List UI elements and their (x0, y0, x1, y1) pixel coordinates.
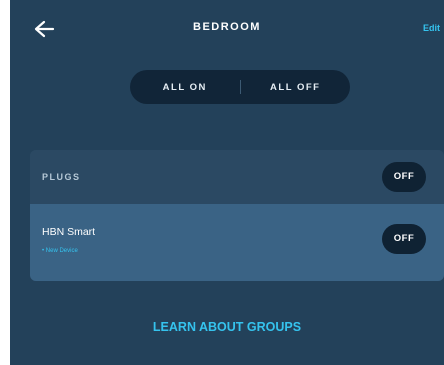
device-name: HBN Smart (42, 226, 96, 238)
learn-about-groups-link[interactable]: LEARN ABOUT GROUPS (10, 320, 444, 334)
group-header: PLUGS OFF (30, 150, 444, 204)
group-off-button[interactable]: OFF (382, 162, 426, 192)
all-on-button[interactable]: ALL ON (130, 82, 240, 93)
device-row[interactable]: HBN Smart • New Device OFF (30, 204, 444, 281)
edit-button[interactable]: Edit (423, 23, 440, 33)
all-toggle-group: ALL ON ALL OFF (130, 70, 350, 104)
app-screen: BEDROOM Edit ALL ON ALL OFF PLUGS OFF HB… (10, 0, 444, 365)
header: BEDROOM Edit (10, 0, 444, 60)
page-title: BEDROOM (193, 21, 261, 33)
plugs-group-card: PLUGS OFF HBN Smart • New Device OFF (30, 150, 444, 281)
device-off-button[interactable]: OFF (382, 224, 426, 254)
group-name: PLUGS (42, 172, 81, 182)
device-status: • New Device (42, 248, 78, 254)
all-off-button[interactable]: ALL OFF (241, 82, 351, 93)
